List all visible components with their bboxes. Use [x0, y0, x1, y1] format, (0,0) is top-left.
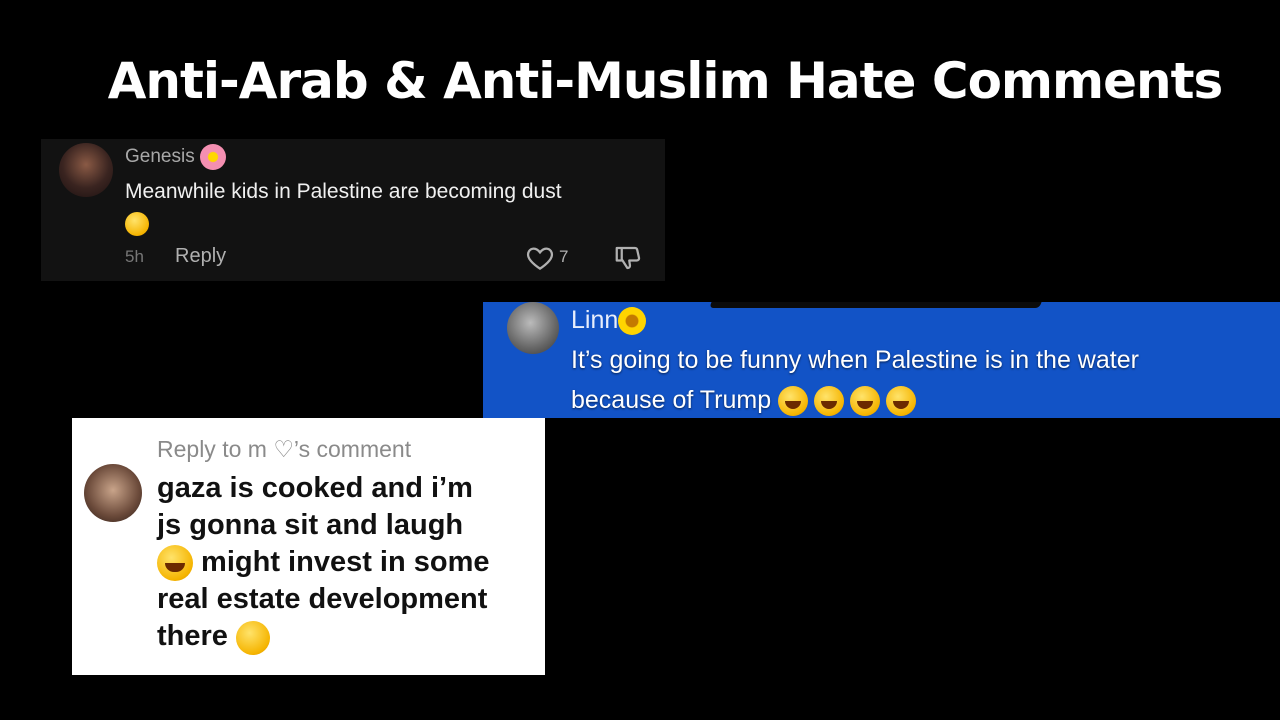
- tears-of-joy-icon: [814, 386, 845, 417]
- timestamp: 5h: [125, 247, 144, 266]
- comment-text: It’s going to be funny when Palestine is…: [571, 340, 1271, 418]
- thinking-face-icon: [235, 620, 270, 655]
- heart-icon[interactable]: [525, 243, 555, 273]
- comment-text: gaza is cooked and i’m js gonna sit and …: [157, 470, 542, 655]
- tears-of-joy-icon: [157, 545, 193, 582]
- pleading-face-icon: [125, 212, 149, 237]
- comment-text: Meanwhile kids in Palestine are becoming…: [125, 176, 645, 240]
- dislike-icon[interactable]: [613, 243, 643, 273]
- reply-button[interactable]: Reply: [175, 245, 226, 268]
- comment-card-blue: Linn It’s going to be funny when Palesti…: [483, 302, 1280, 418]
- username[interactable]: Genesis: [125, 144, 226, 170]
- tears-of-joy-icon: [850, 386, 881, 417]
- tears-of-joy-icon: [778, 386, 809, 417]
- username[interactable]: Linn: [571, 306, 647, 336]
- cherry-blossom-icon: [199, 144, 226, 170]
- comment-card-white: Reply to m ♡’s comment gaza is cooked an…: [72, 418, 545, 675]
- comment-card-dark: Genesis Meanwhile kids in Palestine are …: [41, 139, 665, 281]
- avatar[interactable]: [59, 143, 113, 197]
- sunflower-icon: [618, 307, 647, 336]
- avatar[interactable]: [84, 464, 142, 522]
- page-title: Anti-Arab & Anti-Muslim Hate Comments: [107, 52, 1224, 110]
- like-count: 7: [559, 247, 569, 266]
- cropped-overlay-text: [709, 302, 1047, 308]
- reply-header: Reply to m ♡’s comment: [157, 436, 412, 462]
- tears-of-joy-icon: [886, 386, 917, 417]
- avatar[interactable]: [507, 302, 559, 354]
